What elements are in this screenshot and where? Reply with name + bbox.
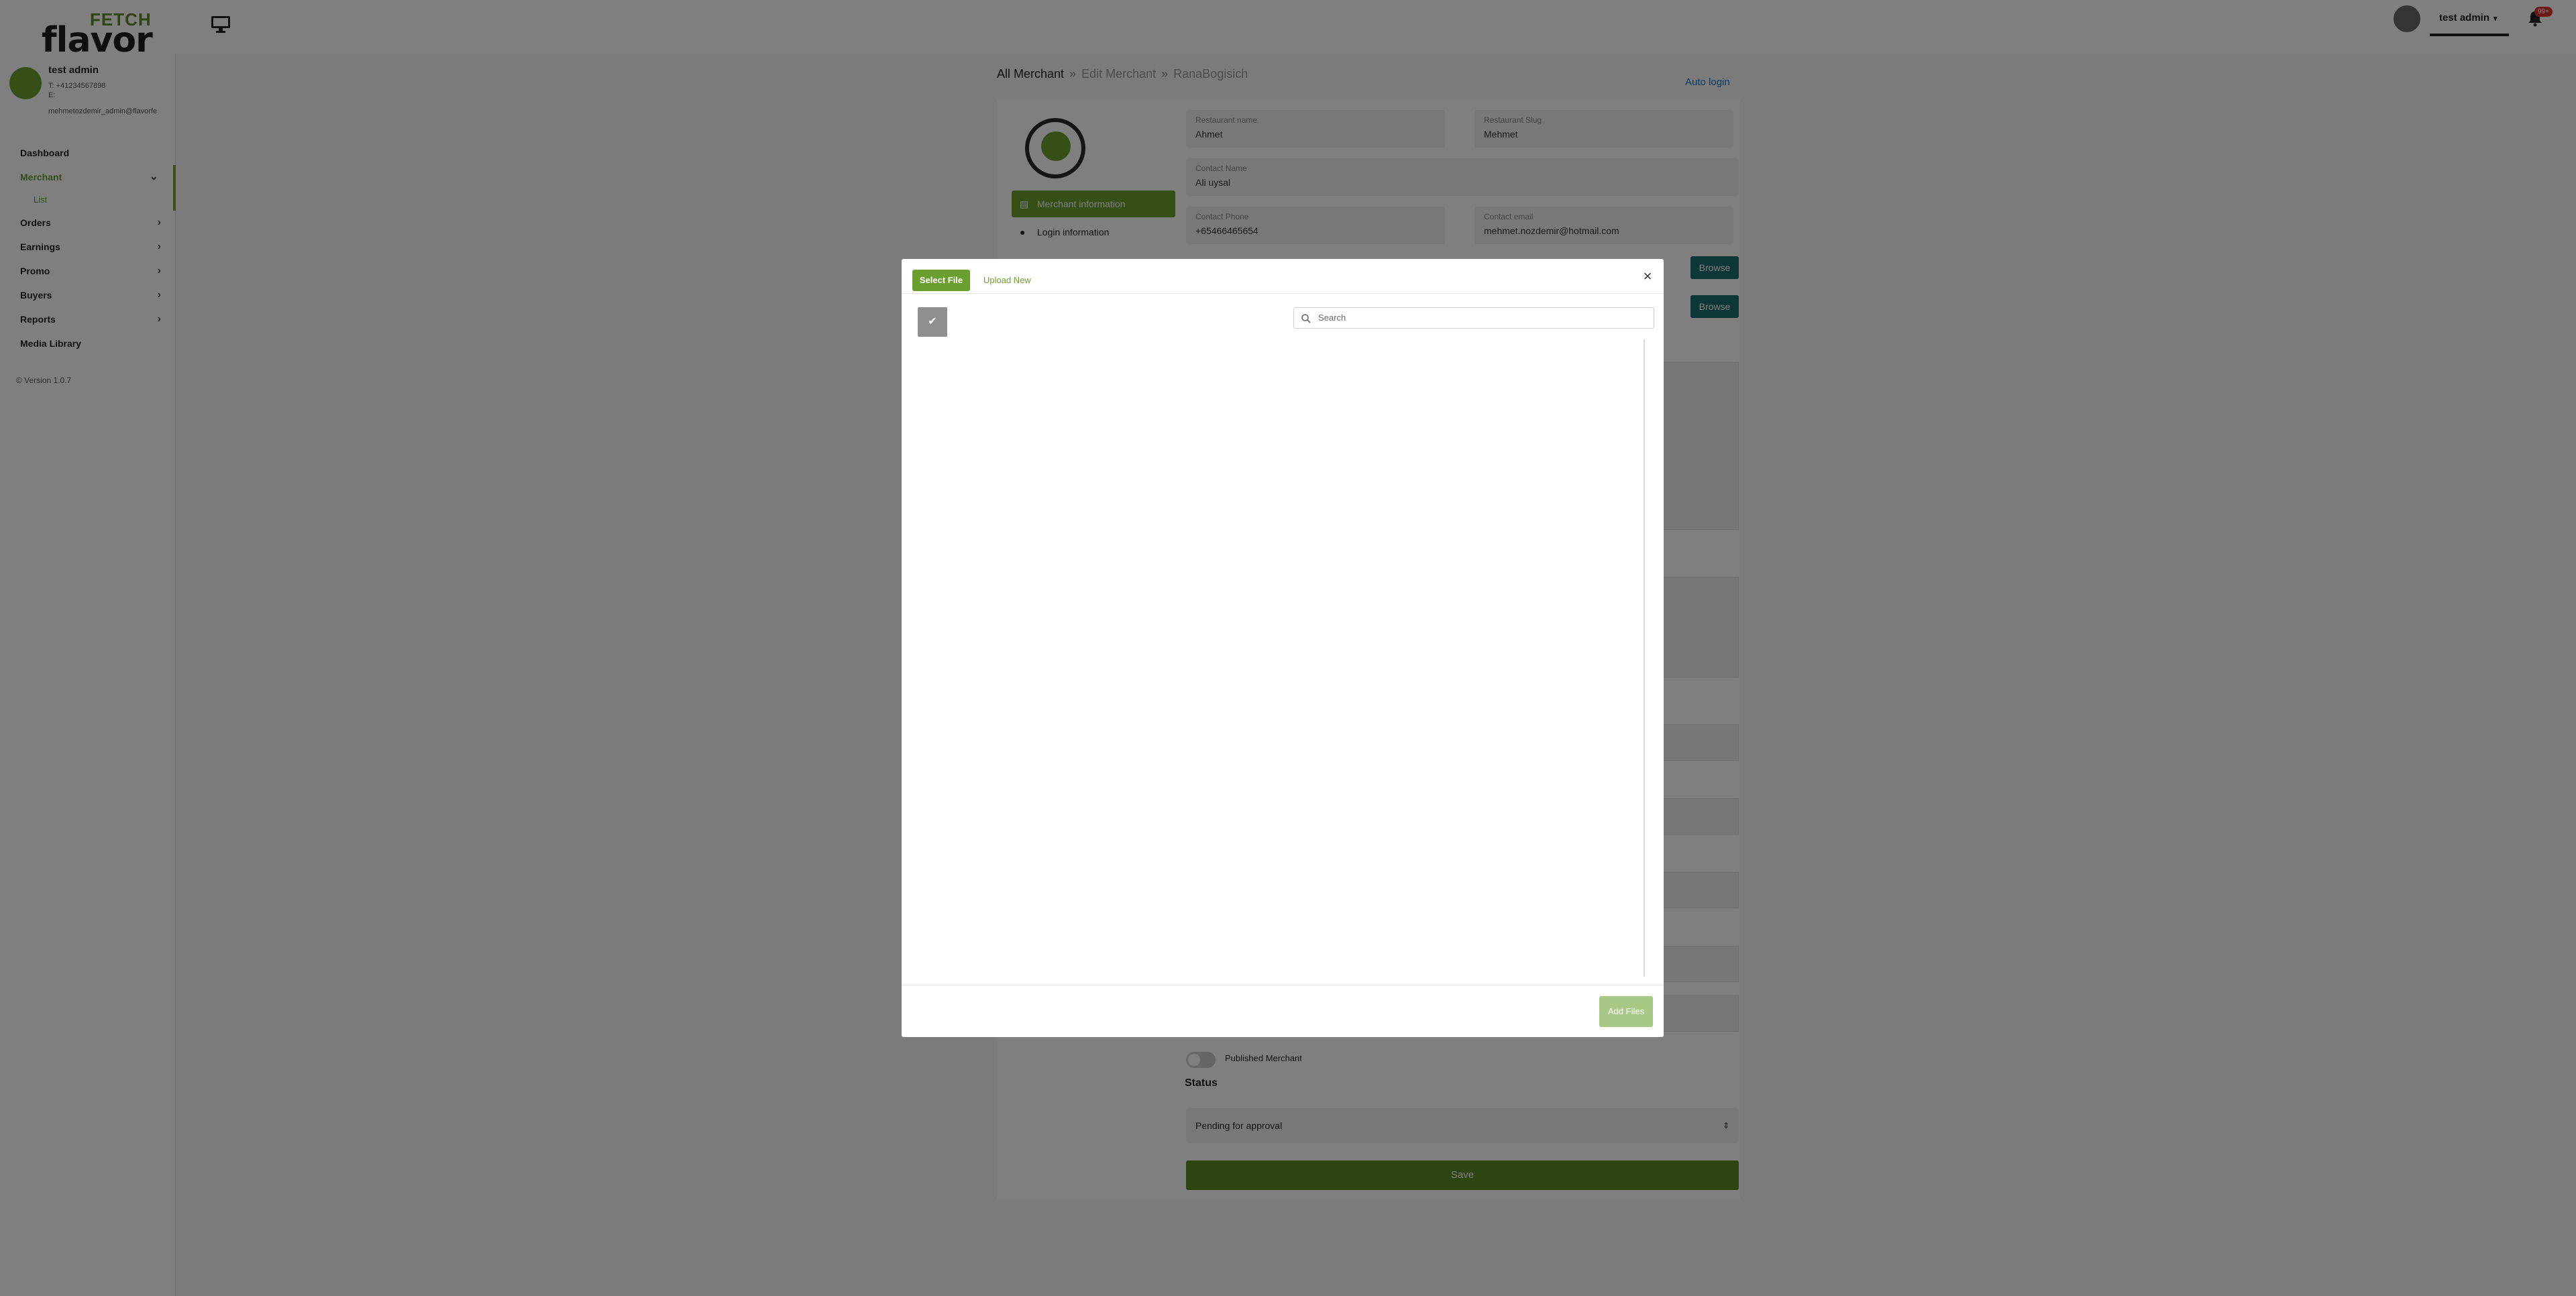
search-input[interactable]: Search (1293, 307, 1654, 329)
media-library-modal: Select File Upload New × ✔ Search Add Fi… (902, 259, 1664, 1037)
add-files-button[interactable]: Add Files (1599, 996, 1653, 1027)
modal-footer: Add Files (902, 985, 1664, 1037)
file-grid (902, 339, 1664, 983)
scrollbar[interactable] (1644, 339, 1645, 977)
checkmark-icon[interactable]: ✔ (918, 307, 947, 337)
modal-header: Select File Upload New × (902, 259, 1664, 294)
search-placeholder: Search (1318, 313, 1346, 323)
close-icon[interactable]: × (1640, 268, 1656, 284)
search-icon (1301, 314, 1311, 323)
tab-upload-new[interactable]: Upload New (979, 270, 1035, 291)
tab-select-file[interactable]: Select File (912, 270, 970, 291)
